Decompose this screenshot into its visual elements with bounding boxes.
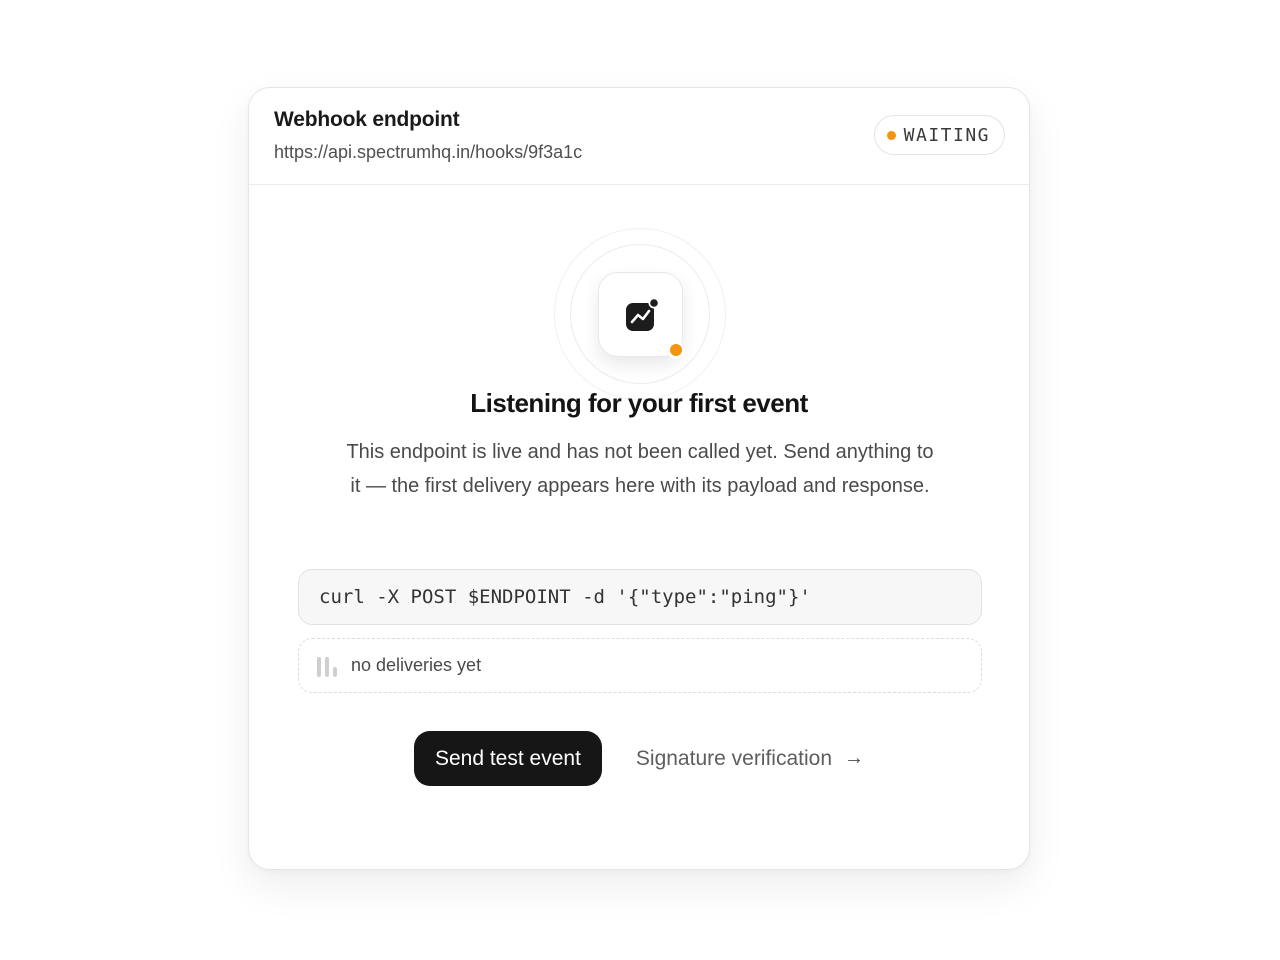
bar-chart-icon <box>317 655 337 677</box>
arrow-right-icon: → <box>844 747 865 769</box>
empty-state-description: This endpoint is live and has not been c… <box>346 441 934 497</box>
curl-command-block[interactable]: curl -X POST $ENDPOINT -d '{"type":"ping… <box>298 569 982 625</box>
signature-verification-label: Signature verification <box>635 746 833 770</box>
empty-state-heading: Listening for your first event <box>470 388 808 418</box>
webhook-card: Webhook endpoint https://api.spectrumhq.… <box>248 87 1030 870</box>
waiting-dot-icon <box>667 341 685 359</box>
card-header: Webhook endpoint https://api.spectrumhq.… <box>249 88 1029 185</box>
status-dot-icon <box>886 130 896 140</box>
signature-verification-link[interactable]: Signature verification → <box>636 747 864 771</box>
send-test-event-button[interactable]: Send test event <box>413 731 602 786</box>
status-label: WAITING <box>903 124 990 146</box>
endpoint-url: https://api.spectrumhq.in/hooks/9f3a1c <box>274 142 583 162</box>
endpoint-title: Webhook endpoint <box>274 108 460 131</box>
activity-chart-icon <box>626 298 660 331</box>
action-row: Send test event Signature verification → <box>249 731 1029 786</box>
deliveries-empty-text: no deliveries yet <box>351 655 482 675</box>
deliveries-placeholder: no deliveries yet <box>298 638 982 693</box>
status-badge: WAITING <box>873 115 1005 155</box>
curl-command-text: curl -X POST $ENDPOINT -d '{"type":"ping… <box>319 586 811 608</box>
